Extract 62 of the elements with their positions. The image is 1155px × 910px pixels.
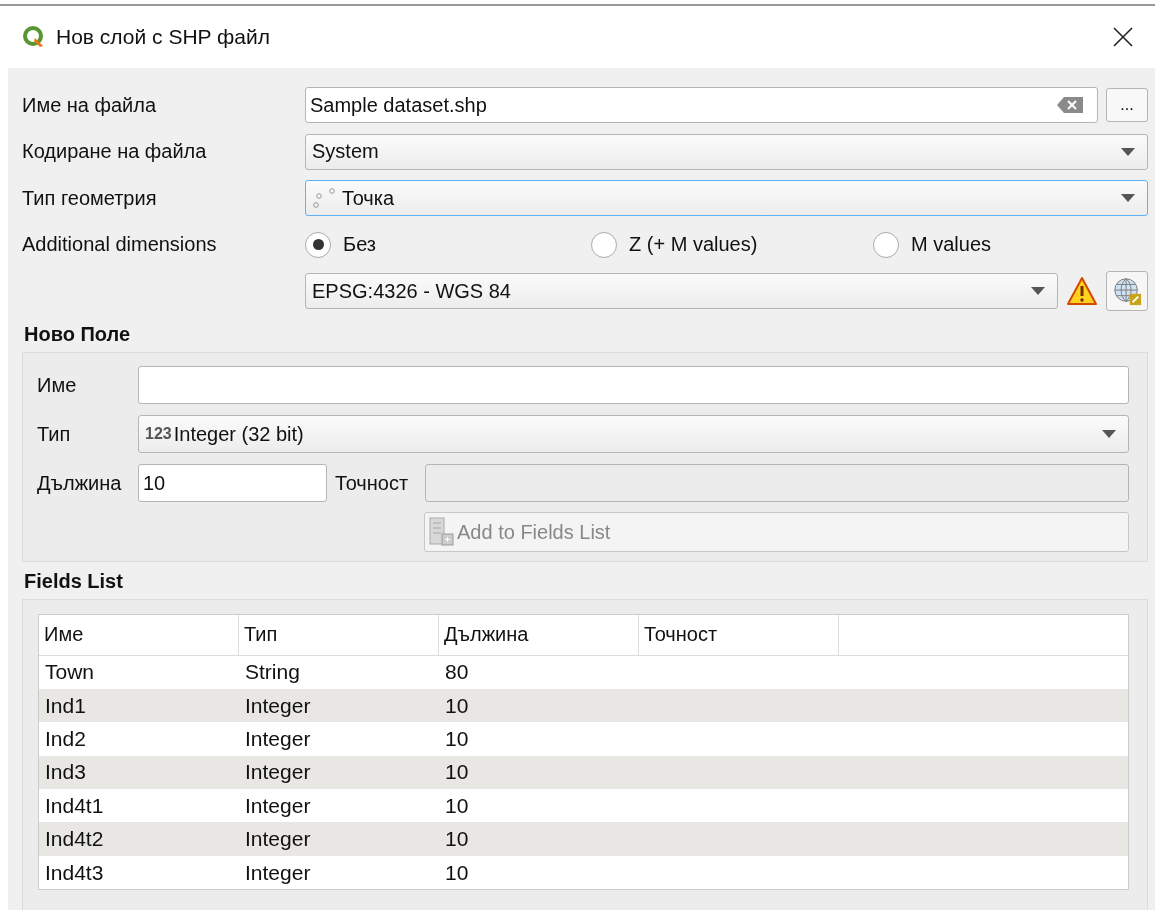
column-header[interactable]: Име (39, 614, 239, 655)
table-cell-text: Integer (244, 826, 312, 853)
app-logo-icon (22, 25, 46, 49)
radio-button[interactable] (305, 231, 331, 258)
caret-icon (1102, 430, 1116, 438)
column-header[interactable]: Точност (639, 614, 839, 655)
table-cell-text: Ind2 (44, 725, 87, 752)
radio-label: M values (911, 233, 992, 257)
table-cell-text: Town (44, 659, 96, 686)
table-cell-text: 80 (444, 659, 470, 686)
table-cell-text: Ind1 (44, 692, 87, 719)
points-icon (312, 188, 336, 209)
field-label: Additional dimensions (22, 233, 218, 257)
table-cell-text: 10 (444, 792, 470, 819)
field-label: Тип геометрия (22, 186, 158, 210)
group-title: Ново Поле (24, 322, 132, 346)
field-label: Кодиране на файла (22, 140, 208, 164)
radio-button[interactable] (591, 231, 617, 258)
table-cell-text: Integer (244, 725, 312, 752)
warning-icon (1066, 276, 1098, 307)
table-cell-text: Ind3 (44, 759, 87, 786)
table-cell-text: 10 (444, 759, 470, 786)
table-cell-text: Integer (244, 759, 312, 786)
geometry-dropdown[interactable]: Точка (305, 180, 1148, 217)
table-cell-text: String (244, 659, 301, 686)
caret-icon (1121, 147, 1135, 156)
radio-label: Без (343, 233, 376, 257)
add-field-icon (429, 517, 455, 547)
table-cell-text: Ind4t3 (44, 859, 105, 886)
field-label: Дължина (37, 471, 123, 495)
file-name-field[interactable]: Sample dataset.shp (305, 87, 1098, 124)
table-cell-text: 10 (444, 859, 470, 886)
crs-dropdown[interactable]: EPSG:4326 - WGS 84 (305, 273, 1058, 310)
table-cell-text: Ind4t2 (44, 826, 105, 853)
radio-button[interactable] (873, 231, 899, 258)
field-label: Тип (37, 422, 72, 446)
name-field[interactable] (138, 366, 1129, 404)
caret-icon (1031, 287, 1045, 296)
group-title: Fields List (24, 569, 124, 593)
field-label: Име (37, 373, 78, 397)
table-cell-text: Integer (244, 692, 312, 719)
radio-label: Z (+ M values) (629, 233, 758, 257)
globe-icon (1112, 276, 1142, 307)
browse-button[interactable]: ... (1106, 88, 1148, 123)
caret-icon (1121, 194, 1135, 203)
projection-button[interactable] (1106, 271, 1148, 312)
encoding-dropdown[interactable]: System (305, 133, 1148, 170)
type-dropdown[interactable]: 123 Integer (32 bit) (138, 415, 1129, 453)
table-cell-text: 10 (444, 692, 470, 719)
table-cell-text: Ind4t1 (44, 792, 105, 819)
table-cell-text: 10 (444, 725, 470, 752)
length-field[interactable]: 10 (138, 464, 327, 502)
field-label: Име на файла (22, 93, 158, 117)
window-title: Нов слой с SHP файл (56, 25, 271, 49)
clear-icon[interactable] (1057, 96, 1083, 115)
table-cell-text: Integer (244, 859, 312, 886)
table-cell-text: 10 (444, 826, 470, 853)
column-header[interactable]: Тип (239, 614, 439, 655)
field-label: Точност (335, 471, 410, 495)
close-icon[interactable] (1113, 27, 1133, 47)
column-header[interactable]: Дължина (439, 614, 639, 655)
table-cell-text: Integer (244, 792, 312, 819)
